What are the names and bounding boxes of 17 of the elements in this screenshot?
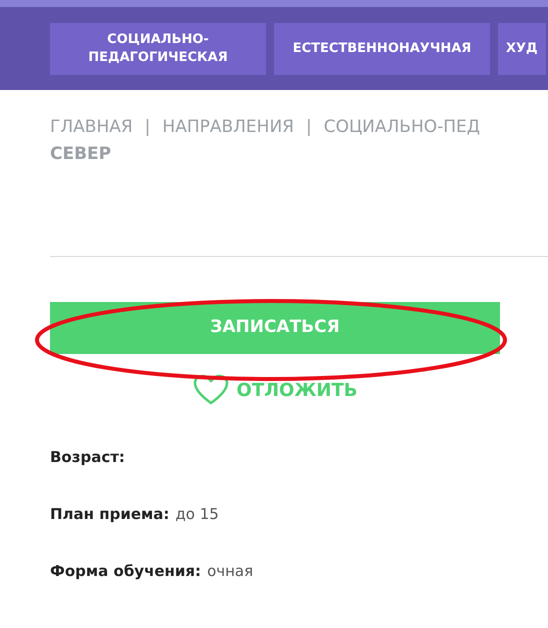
heart-icon: [192, 374, 229, 406]
breadcrumb-link[interactable]: СОЦИАЛЬНО-ПЕД: [324, 114, 480, 141]
nav-tab[interactable]: ЕСТЕСТВЕННОНАУЧНАЯ: [274, 23, 490, 75]
detail-value: очная: [207, 561, 254, 582]
breadcrumb-link[interactable]: НАПРАВЛЕНИЯ: [162, 114, 294, 141]
breadcrumb-link[interactable]: ГЛАВНАЯ: [50, 114, 133, 141]
breadcrumb-separator: |: [306, 116, 312, 139]
nav-tab[interactable]: СОЦИАЛЬНО-ПЕДАГОГИЧЕСКАЯ: [50, 23, 266, 75]
enroll-button[interactable]: ЗАПИСАТЬСЯ: [50, 302, 500, 354]
detail-value: до 15: [175, 504, 219, 525]
postpone-link[interactable]: ОТЛОЖИТЬ: [192, 374, 358, 406]
detail-label: Форма обучения:: [50, 561, 202, 582]
detail-label: Возраст:: [50, 447, 125, 468]
nav-tab[interactable]: ХУД: [498, 23, 546, 75]
detail-label: План приема:: [50, 504, 170, 525]
breadcrumb-current: СЕВЕР: [50, 144, 112, 164]
breadcrumb-separator: |: [144, 116, 150, 139]
